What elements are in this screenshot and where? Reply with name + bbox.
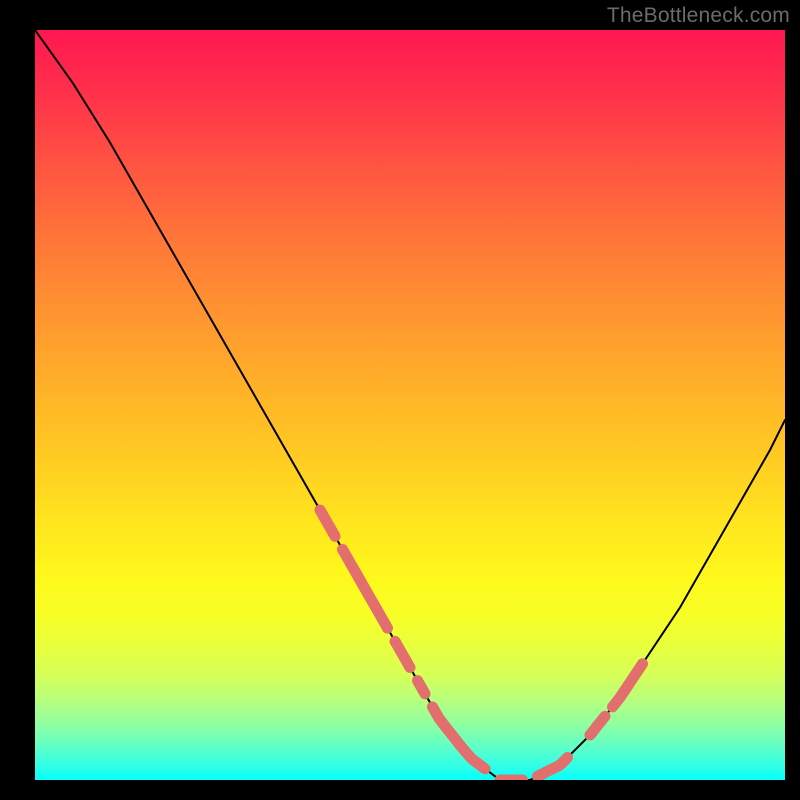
dash-segment	[433, 707, 486, 769]
dash-overlay-group	[320, 510, 643, 780]
dash-segment	[320, 510, 335, 536]
dash-segment	[590, 716, 605, 735]
bottleneck-curve-svg	[35, 30, 785, 780]
dash-segment	[418, 681, 426, 694]
plot-area	[35, 30, 785, 780]
watermark-text: TheBottleneck.com	[607, 4, 790, 28]
dash-segment	[343, 549, 388, 628]
dash-segment	[538, 758, 568, 777]
chart-frame: TheBottleneck.com	[0, 0, 800, 800]
dash-segment	[613, 664, 643, 707]
dash-segment	[395, 641, 410, 667]
